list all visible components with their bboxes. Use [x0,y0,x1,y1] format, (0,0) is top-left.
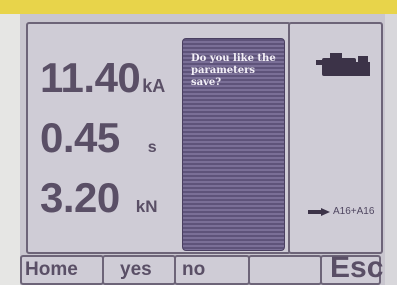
device-left-bezel [0,14,20,285]
arrow-right-icon [308,207,330,216]
home-button[interactable]: Home [20,255,104,285]
time-reading: 0.45 s [40,114,157,162]
hmi-screen: 11.40 kA 0.45 s 3.20 kN Do you like the … [20,14,385,285]
time-value: 0.45 [40,114,120,161]
device-right-bezel [385,14,397,285]
station-label: A16+A16 [333,206,375,217]
current-unit: kA [142,76,166,96]
force-value: 3.20 [40,174,120,221]
yes-button[interactable]: yes [102,255,176,285]
force-reading: 3.20 kN [40,174,157,222]
welding-gun-icon [316,53,370,76]
station-indicator: A16+A16 [308,206,374,217]
parameter-panel: 11.40 kA 0.45 s 3.20 kN Do you like the … [26,22,291,254]
time-unit: s [147,139,157,156]
current-reading: 11.40 kA [40,54,165,102]
blank-softkey[interactable] [248,255,322,285]
device-top-bezel [0,0,397,14]
current-value: 11.40 [40,54,141,101]
softkey-bar: Home yes no Esc [20,253,385,285]
dialog-message: Do you like the parameters save? [191,53,276,88]
no-button[interactable]: no [174,255,250,285]
status-panel: A16+A16 [288,22,383,254]
save-confirm-dialog: Do you like the parameters save? [182,38,285,251]
force-unit: kN [135,197,158,216]
esc-button[interactable]: Esc [320,253,383,285]
